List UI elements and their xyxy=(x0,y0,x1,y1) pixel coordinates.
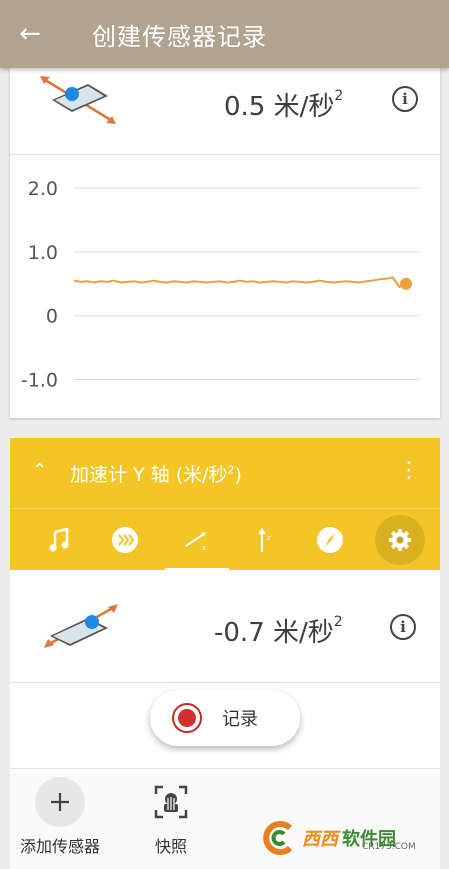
sensor-card-y: -0.7 米/秒2 i xyxy=(10,570,440,690)
snapshot-label: 快照 xyxy=(154,837,187,856)
info-icon[interactable]: i xyxy=(390,614,416,640)
record-dot-icon xyxy=(172,703,202,733)
record-label: 记录 xyxy=(222,709,258,730)
snapshot-icon xyxy=(146,777,196,827)
y-tick-label: 0 xyxy=(46,306,58,328)
watermark-url: CR173.COM xyxy=(362,842,416,852)
divider xyxy=(10,682,440,683)
plus-icon xyxy=(35,777,85,827)
record-button[interactable]: 记录 xyxy=(150,690,300,746)
current-value-point xyxy=(400,277,412,290)
add-sensor-button[interactable]: 添加传感器 xyxy=(20,777,100,857)
sensor-value: -0.7 米/秒2 xyxy=(214,614,343,648)
y-tick-label: 1.0 xyxy=(28,242,58,264)
page-title: 创建传感器记录 xyxy=(92,22,267,51)
more-vert-icon[interactable]: ⋮ xyxy=(398,460,420,482)
tab-accel-y[interactable]: z xyxy=(235,509,295,571)
acceleration-y-icon: z xyxy=(258,528,271,552)
sensor-card-header[interactable]: ⌃ 加速计 Y 轴 (米/秒2) ⋮ xyxy=(10,438,440,508)
sensor-line-chart: 2.0 1.0 0 -1.0 xyxy=(21,178,420,391)
add-sensor-label: 添加传感器 xyxy=(20,837,101,856)
sensor-value: 0.5 米/秒2 xyxy=(224,88,344,122)
series-line xyxy=(73,276,407,289)
y-tick-label: 2.0 xyxy=(28,178,58,200)
app-bar: ← 创建传感器记录 xyxy=(0,0,449,68)
tab-linear[interactable] xyxy=(95,509,155,571)
sensor-settings-button[interactable] xyxy=(375,515,425,565)
info-icon[interactable]: i xyxy=(392,86,418,112)
acceleration-x-icon: x xyxy=(185,532,206,552)
sensor-card-x: 0.5 米/秒2 i 2.0 1.0 0 -1.0 xyxy=(10,68,440,418)
speed-icon xyxy=(112,527,138,553)
tab-accel-x[interactable]: x xyxy=(165,509,229,571)
phone-y-axis-icon xyxy=(44,604,118,648)
tab-sound[interactable] xyxy=(30,509,90,571)
y-tick-label: -1.0 xyxy=(21,369,58,391)
watermark-c-icon xyxy=(263,821,293,855)
music-note-icon xyxy=(49,528,69,552)
svg-text:x: x xyxy=(202,544,206,552)
snapshot-button[interactable]: 快照 xyxy=(146,777,196,857)
watermark-brand: 西西 xyxy=(302,829,338,850)
phone-x-axis-icon xyxy=(40,76,116,124)
settings-icon xyxy=(389,529,411,551)
tab-compass[interactable] xyxy=(300,509,360,571)
watermark-logo: 西西 软件园 CR173.COM xyxy=(262,818,432,858)
svg-text:z: z xyxy=(267,534,271,542)
chevron-up-icon[interactable]: ⌃ xyxy=(32,460,47,481)
sensor-tabs: x z xyxy=(10,508,440,571)
sensor-title: 加速计 Y 轴 (米/秒2) xyxy=(70,463,242,486)
sensor-reading-row: 0.5 米/秒2 i xyxy=(10,68,440,155)
back-arrow-icon[interactable]: ← xyxy=(0,0,60,68)
compass-icon xyxy=(317,527,343,553)
